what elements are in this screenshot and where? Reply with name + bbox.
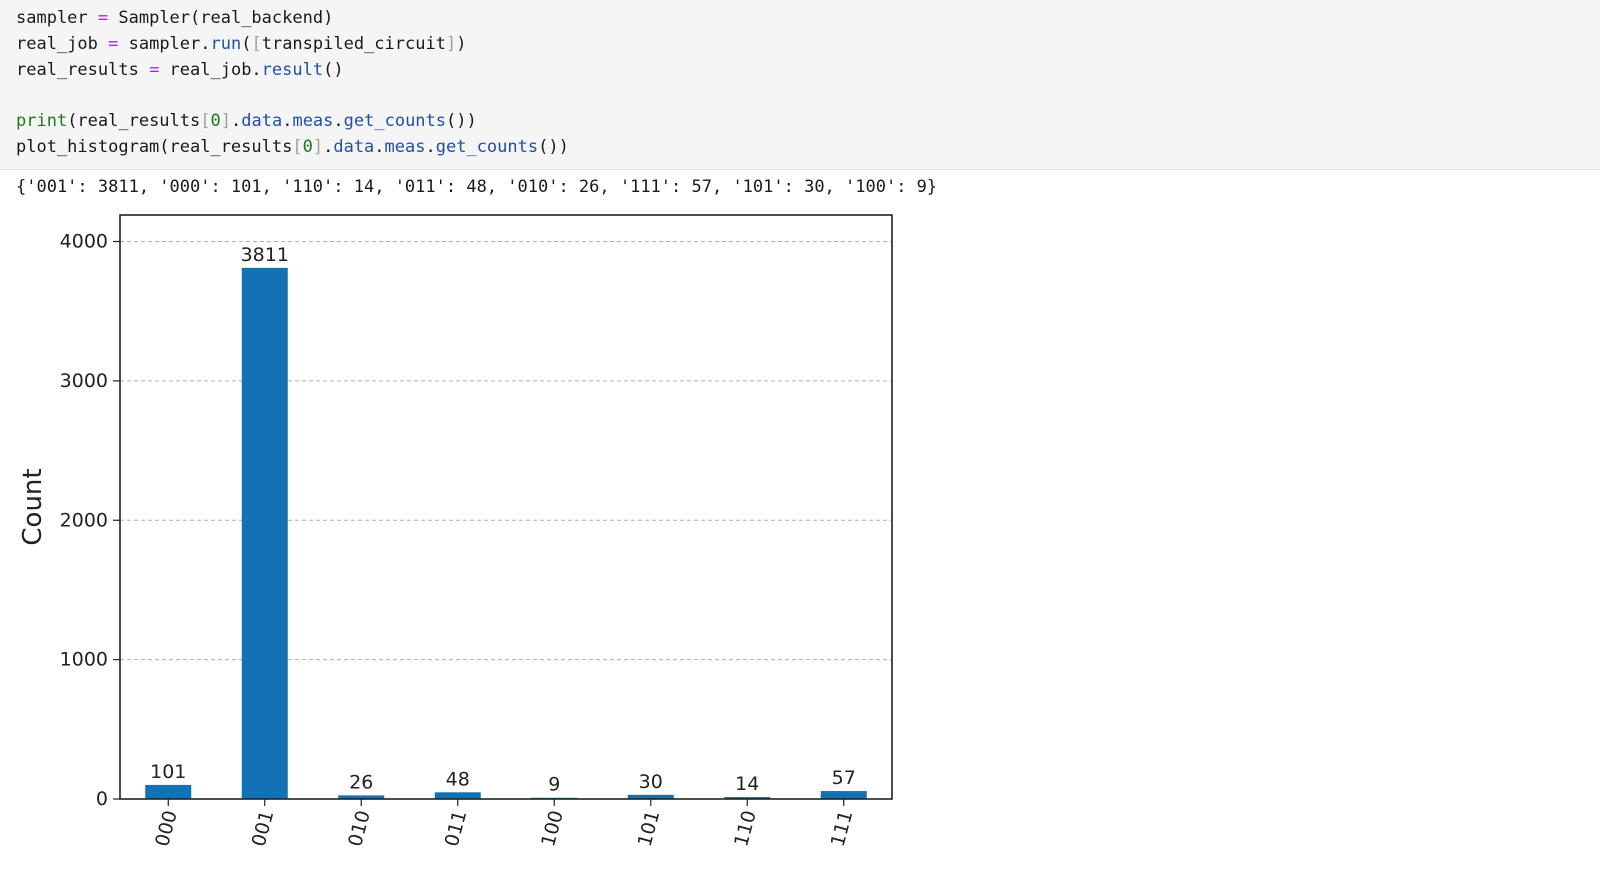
y-axis-label: Count	[18, 468, 48, 545]
code-token: ())	[446, 111, 477, 132]
printed-counts-output: {'001': 3811, '000': 101, '110': 14, '01…	[16, 177, 938, 197]
code-line: plot_histogram(real_results[0].data.meas…	[16, 135, 569, 161]
code-token: .	[333, 111, 344, 132]
code-token: run	[210, 33, 242, 54]
bar-value-label: 48	[446, 768, 470, 790]
bar-000	[145, 784, 192, 799]
histogram-chart: 101 000 3811 001 26 010 48 011 9 100 30 101 14 110 57 1…	[18, 214, 893, 849]
x-tick-label: 000	[151, 808, 182, 849]
code-line: print(real_results[0].data.meas.get_coun…	[16, 109, 569, 135]
code-token: transpiled_circuit	[261, 33, 446, 54]
bar-value-label: 101	[150, 761, 186, 783]
code-token: 0	[210, 111, 221, 132]
code-line: real_job = sampler.run([transpiled_circu…	[16, 32, 569, 58]
bar-value-label: 14	[735, 773, 759, 795]
code-line: sampler = Sampler(real_backend)	[16, 6, 569, 32]
y-tick-label: 1000	[60, 649, 108, 671]
code-token: .	[374, 136, 385, 157]
code-token: [	[251, 33, 262, 54]
bar-value-label: 30	[639, 771, 663, 793]
code-token: )	[456, 33, 467, 54]
code-token: data	[333, 136, 375, 157]
code-token: .	[425, 136, 436, 157]
y-tick-label: 2000	[60, 509, 108, 531]
code-token: meas	[384, 136, 426, 157]
bar-value-label: 3811	[241, 244, 289, 266]
bar-value-label: 26	[349, 771, 373, 793]
bar-011	[434, 792, 481, 799]
code-token: (real_results	[67, 111, 201, 132]
code-token: data	[241, 111, 283, 132]
y-tick-label: 0	[96, 788, 108, 810]
x-tick-label: 110	[730, 808, 761, 849]
code-token: =	[138, 59, 170, 80]
code-token: =	[87, 8, 119, 28]
code-token: ]	[220, 111, 231, 132]
x-tick-label: 001	[248, 808, 279, 849]
code-token: [	[200, 111, 211, 132]
code-token: ]	[312, 136, 324, 157]
code-token: sampler.	[128, 33, 211, 54]
code-token: real_results	[16, 59, 139, 80]
code-token: .	[231, 111, 242, 132]
code-token: real_job.	[169, 59, 262, 80]
code-token: Sampler(real_backend)	[118, 8, 334, 28]
bar-001	[241, 267, 288, 799]
code-editor[interactable]: sampler = Sampler(real_backend) real_job …	[16, 6, 569, 161]
code-line: real_results = real_job.result()	[16, 58, 569, 84]
code-token: get_counts	[435, 136, 539, 157]
x-tick-label: 101	[634, 808, 665, 849]
code-token: result	[261, 59, 324, 80]
code-token: real_job	[16, 33, 98, 54]
bar-value-label: 57	[832, 767, 856, 789]
code-token: sampler	[16, 8, 88, 28]
bar-111	[820, 791, 867, 799]
code-token: .	[282, 111, 293, 132]
x-tick-label: 011	[441, 808, 472, 849]
y-tick-label: 3000	[60, 370, 108, 392]
code-token: [	[292, 136, 303, 157]
x-tick-label: 111	[827, 808, 858, 849]
code-token: 0	[302, 136, 313, 157]
code-token: meas	[292, 111, 334, 132]
code-token: ())	[538, 136, 569, 157]
code-token: (	[241, 33, 252, 54]
code-token: ]	[445, 33, 457, 54]
plot-frame	[119, 214, 893, 800]
code-token: ()	[323, 59, 344, 80]
x-tick-label: 010	[344, 808, 375, 849]
code-token: get_counts	[343, 111, 447, 132]
code-token: =	[97, 33, 129, 54]
code-token: .	[323, 136, 334, 157]
x-tick-label: 100	[537, 808, 568, 849]
code-token: print	[16, 111, 68, 132]
bar-value-label: 9	[548, 774, 560, 796]
code-token: plot_histogram(real_results	[16, 136, 293, 157]
y-tick-label: 4000	[60, 231, 108, 253]
code-cell[interactable]: sampler = Sampler(real_backend) real_job …	[0, 0, 1600, 170]
